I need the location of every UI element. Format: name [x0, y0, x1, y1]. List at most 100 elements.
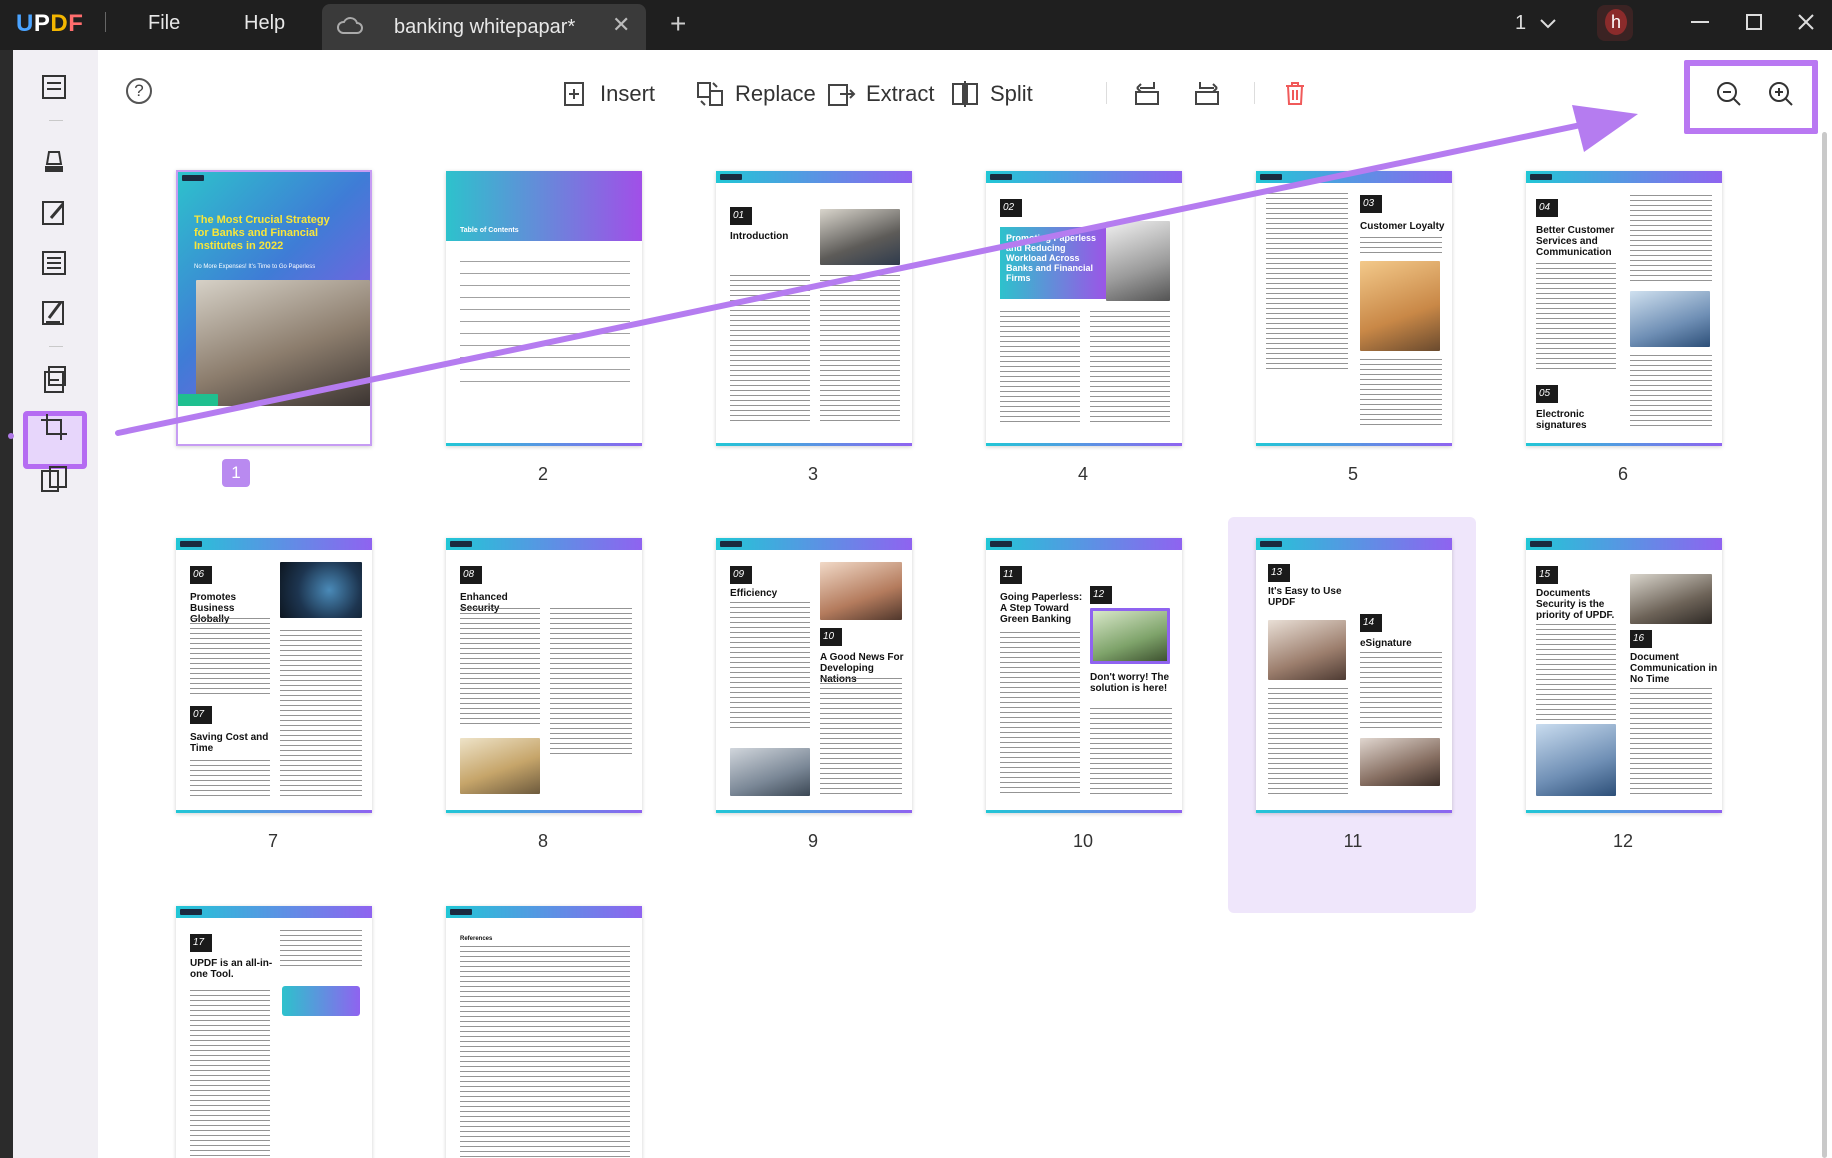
- help-icon[interactable]: ?: [126, 78, 152, 104]
- zoom-out-icon[interactable]: [1714, 79, 1744, 109]
- cover-accent: [178, 394, 218, 406]
- left-tool-rail: [8, 50, 98, 1158]
- chevron-down-icon[interactable]: [1537, 12, 1559, 34]
- comment-highlighter-icon[interactable]: [37, 146, 71, 180]
- split-icon: [952, 81, 978, 107]
- section-heading: Saving Cost and Time: [190, 732, 269, 754]
- text-column: [280, 930, 362, 970]
- page-label-3: 3: [807, 464, 818, 484]
- page-thumbnail-12[interactable]: 15 Documents Security is the priority of…: [1526, 538, 1722, 813]
- cover-subtitle: No More Expenses! It's Time to Go Paperl…: [194, 264, 316, 270]
- cover-photo: [196, 280, 370, 406]
- section-photo: [1630, 291, 1710, 347]
- rail-separator: [49, 346, 63, 347]
- convert-icon[interactable]: [37, 462, 71, 496]
- page-thumbnail-4[interactable]: 02 Promoting Paperless and Reducing Work…: [986, 171, 1182, 446]
- text-column: [1630, 688, 1712, 796]
- page-thumbnail-7[interactable]: 06 Promotes Business Globally 07 Saving …: [176, 538, 372, 813]
- replace-label: Replace: [735, 81, 816, 106]
- sign-icon[interactable]: [37, 296, 71, 330]
- section-heading: Efficiency: [730, 588, 778, 599]
- new-tab-plus-icon[interactable]: +: [670, 8, 686, 40]
- active-indicator-dot: [8, 433, 14, 439]
- page-header-strip: [1256, 171, 1452, 183]
- page-thumbnail-3[interactable]: 01 Introduction: [716, 171, 912, 446]
- page-thumbnail-9[interactable]: 09 Efficiency 10 A Good News For Develop…: [716, 538, 912, 813]
- page-footer-strip: [446, 443, 642, 446]
- delete-trash-icon[interactable]: [1280, 78, 1310, 108]
- section-photo: [1106, 221, 1170, 301]
- page-header-strip: [178, 172, 370, 184]
- extract-button[interactable]: Extract: [826, 78, 934, 110]
- close-tab-icon[interactable]: ✕: [612, 12, 630, 38]
- section-photo: [730, 748, 810, 796]
- page-thumbnail-1[interactable]: The Most Crucial Strategy for Banks and …: [176, 170, 372, 446]
- section-photo: [1630, 574, 1712, 624]
- page-label-9: 9: [807, 831, 818, 851]
- toc-lines: [460, 261, 630, 386]
- page-thumbnail-14[interactable]: References: [446, 906, 642, 1158]
- page-thumbnail-11[interactable]: 13 It's Easy to Use UPDF 14 eSignature: [1256, 538, 1452, 813]
- form-icon[interactable]: [37, 246, 71, 280]
- insert-button[interactable]: Insert: [560, 78, 655, 110]
- section-number: 15: [1536, 566, 1558, 584]
- rotate-left-icon[interactable]: [1132, 78, 1162, 108]
- page-header-strip: [1256, 538, 1452, 550]
- page-label-7: 7: [267, 831, 278, 851]
- section-number: 05: [1536, 385, 1558, 403]
- text-column: [1360, 237, 1442, 257]
- section-photo: [1360, 261, 1440, 351]
- minimize-icon[interactable]: [1686, 8, 1714, 36]
- crop-pages-icon[interactable]: [37, 410, 71, 444]
- page-thumbnail-8[interactable]: 08 Enhanced Security: [446, 538, 642, 813]
- maximize-icon[interactable]: [1740, 8, 1768, 36]
- menu-file[interactable]: File: [148, 12, 180, 35]
- text-column: [1630, 355, 1712, 427]
- cover-title: The Most Crucial Strategy for Banks and …: [194, 214, 330, 252]
- close-window-icon[interactable]: [1792, 8, 1820, 36]
- window-count[interactable]: 1: [1515, 12, 1526, 35]
- document-tab[interactable]: banking whitepapar* ✕: [322, 4, 646, 50]
- vertical-scrollbar[interactable]: [1822, 132, 1827, 1158]
- page-header-strip: [986, 538, 1182, 550]
- page-thumbnail-6[interactable]: 04 Better Customer Services and Communic…: [1526, 171, 1722, 446]
- cloud-icon[interactable]: [336, 15, 364, 37]
- section-number: 11: [1000, 566, 1022, 584]
- text-column: [820, 678, 902, 796]
- page-footer-strip: [446, 810, 642, 813]
- section-number: 02: [1000, 199, 1022, 217]
- section-number: 03: [1360, 195, 1382, 213]
- section-heading: Documents Security is the priority of UP…: [1536, 588, 1615, 621]
- page-header-strip: [1526, 538, 1722, 550]
- section-number: 10: [820, 628, 842, 646]
- page-label-12: 12: [1612, 831, 1634, 851]
- replace-page-icon: [697, 82, 723, 106]
- replace-button[interactable]: Replace: [695, 78, 816, 110]
- section-heading: Don't worry! The solution is here!: [1090, 672, 1170, 694]
- rotate-right-icon[interactable]: [1192, 78, 1222, 108]
- section-number: 09: [730, 566, 752, 584]
- text-column: [1090, 708, 1172, 796]
- page-footer-strip: [1526, 810, 1722, 813]
- extract-page-icon: [828, 84, 856, 106]
- avatar[interactable]: h: [1597, 5, 1633, 41]
- page-header-strip: [1526, 171, 1722, 183]
- organize-pages-icon[interactable]: [37, 362, 71, 396]
- reader-icon[interactable]: [37, 70, 71, 104]
- edit-pdf-icon[interactable]: [37, 196, 71, 230]
- page-thumbnail-10[interactable]: 11 Going Paperless: A Step Toward Green …: [986, 538, 1182, 813]
- split-button[interactable]: Split: [950, 78, 1033, 110]
- page-thumbnail-2[interactable]: Table of Contents: [446, 171, 642, 446]
- page-label-4: 4: [1077, 464, 1088, 484]
- menu-help[interactable]: Help: [244, 12, 285, 35]
- organize-pages-view: ? Insert Replace Extract Split The Most …: [98, 50, 1832, 1158]
- page-thumbnail-13[interactable]: 17 UPDF is an all-in-one Tool.: [176, 906, 372, 1158]
- section-photo: [820, 209, 900, 265]
- split-label: Split: [990, 81, 1033, 106]
- zoom-in-icon[interactable]: [1766, 79, 1796, 109]
- page-thumbnail-5[interactable]: 03 Customer Loyalty: [1256, 171, 1452, 446]
- extract-label: Extract: [866, 81, 935, 106]
- section-photo: [1090, 608, 1170, 664]
- text-column: [190, 760, 270, 796]
- references-heading: References: [460, 936, 493, 942]
